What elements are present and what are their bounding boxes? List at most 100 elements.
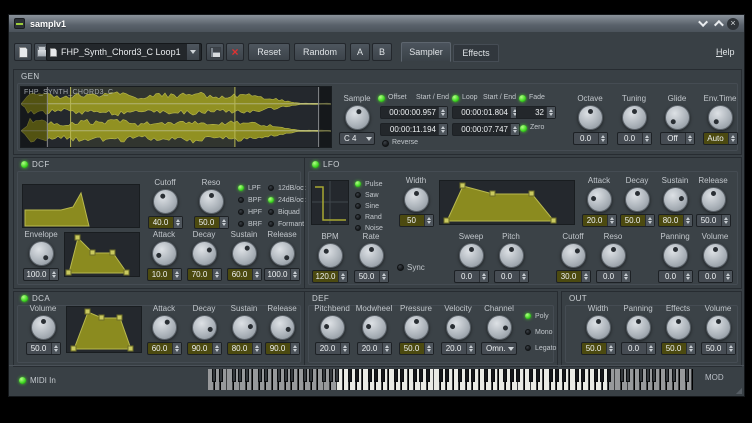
dcf-decay-spinner[interactable] — [212, 269, 221, 280]
black-key[interactable] — [400, 369, 404, 382]
lfo-sync-led[interactable] — [397, 264, 404, 271]
dca-decay-field[interactable]: 90.0 — [187, 342, 222, 355]
loop-start[interactable]: 00:00:01.804 — [452, 106, 520, 119]
black-key[interactable] — [381, 369, 385, 382]
lfo-shape-option-rand[interactable]: Rand — [355, 213, 383, 221]
dcf-envelope-display[interactable] — [64, 232, 140, 277]
black-key[interactable] — [322, 369, 326, 382]
lfo-release-spinner[interactable] — [721, 215, 730, 226]
lfo-led[interactable] — [312, 161, 319, 168]
dcf-decay-knob[interactable] — [192, 241, 217, 266]
lfo-bpm-spinner[interactable] — [338, 271, 347, 282]
dca-sustain-knob[interactable] — [232, 315, 257, 340]
dcf-slope-option-biquad[interactable]: Biquad — [268, 208, 306, 216]
gen-tuning-knob[interactable] — [622, 105, 647, 130]
out-volume-spinner[interactable] — [726, 343, 735, 354]
black-key[interactable] — [394, 369, 398, 382]
filter-shape-display[interactable] — [22, 184, 140, 228]
black-key[interactable] — [368, 369, 372, 382]
lfo-release-field[interactable]: 50.0 — [696, 214, 731, 227]
lfo-bpm-knob[interactable] — [318, 243, 343, 268]
dca-sustain-field[interactable]: 80.0 — [227, 342, 262, 355]
lfo-sweep-knob[interactable] — [459, 243, 484, 268]
black-key[interactable] — [419, 369, 423, 382]
lfo-shape-option-pulse[interactable]: Pulse — [355, 180, 383, 188]
dca-release-field[interactable]: 90.0 — [265, 342, 300, 355]
black-key[interactable] — [374, 369, 378, 382]
titlebar[interactable]: samplv1 × — [9, 15, 744, 32]
resize-grip-icon[interactable]: ◢ — [736, 386, 742, 395]
def-channel-knob[interactable] — [487, 315, 512, 340]
midi-keyboard[interactable] — [208, 369, 693, 390]
lfo-decay-knob[interactable] — [625, 187, 650, 212]
gen-glide-knob[interactable] — [665, 105, 690, 130]
black-key[interactable] — [484, 369, 488, 382]
lfo-shape-option-saw[interactable]: Saw — [355, 191, 383, 199]
out-width-field[interactable]: 50.0 — [581, 342, 616, 355]
lfo-shape-option-noise[interactable]: Noise — [355, 224, 383, 232]
black-key[interactable] — [290, 369, 294, 382]
out-effects-field[interactable]: 50.0 — [661, 342, 696, 355]
lfo-rate-spinner[interactable] — [379, 271, 388, 282]
dcf-slope-option-24db-oct[interactable]: 24dB/oct — [268, 196, 306, 204]
black-key[interactable] — [232, 369, 236, 382]
gen-glide-spinner[interactable] — [685, 133, 694, 144]
offset-start-field[interactable]: 00:00:00.957 — [380, 106, 448, 119]
lfo-volume-spinner[interactable] — [723, 271, 732, 282]
fade-field-field[interactable]: 32 — [516, 106, 556, 119]
black-key[interactable] — [575, 369, 579, 382]
dcf-sustain-field[interactable]: 60.0 — [227, 268, 262, 281]
tab-effects[interactable]: Effects — [453, 44, 499, 62]
lfo-sweep-field[interactable]: 0.0 — [454, 270, 489, 283]
dca-release-spinner[interactable] — [290, 343, 299, 354]
lfo-reso-spinner[interactable] — [621, 271, 630, 282]
dcf-cutoff-knob[interactable] — [153, 189, 178, 214]
def-modwheel-field[interactable]: 20.0 — [357, 342, 392, 355]
def-mode-option-poly[interactable]: Poly — [525, 312, 556, 320]
dca-release-knob[interactable] — [270, 315, 295, 340]
dcf-decay-field[interactable]: 70.0 — [187, 268, 222, 281]
black-key[interactable] — [284, 369, 288, 382]
def-pressure-knob[interactable] — [404, 315, 429, 340]
out-volume-knob[interactable] — [706, 315, 731, 340]
dcf-attack-field[interactable]: 10.0 — [147, 268, 182, 281]
black-key[interactable] — [529, 369, 533, 382]
maximize-icon[interactable] — [714, 20, 724, 30]
black-key[interactable] — [600, 369, 604, 382]
black-key[interactable] — [549, 369, 553, 382]
lfo-envelope-display[interactable] — [439, 180, 575, 225]
dca-sustain-spinner[interactable] — [252, 343, 261, 354]
black-key[interactable] — [581, 369, 585, 382]
out-effects-spinner[interactable] — [686, 343, 695, 354]
offset-start-spinner[interactable] — [438, 107, 447, 118]
out-width-knob[interactable] — [586, 315, 611, 340]
gen-envtime-knob[interactable] — [708, 105, 733, 130]
black-key[interactable] — [445, 369, 449, 382]
dca-attack-field[interactable]: 60.0 — [147, 342, 182, 355]
dcf-cutoff-spinner[interactable] — [173, 217, 182, 228]
lfo-sustain-field[interactable]: 80.0 — [658, 214, 693, 227]
black-key[interactable] — [258, 369, 262, 382]
black-key[interactable] — [413, 369, 417, 382]
lfo-pitch-field[interactable]: 0.0 — [494, 270, 529, 283]
lfo-reso-field[interactable]: 0.0 — [596, 270, 631, 283]
black-key[interactable] — [510, 369, 514, 382]
lfo-cutoff-field[interactable]: 30.0 — [556, 270, 591, 283]
def-modwheel-spinner[interactable] — [382, 343, 391, 354]
out-panning-knob[interactable] — [626, 315, 651, 340]
reverse-led[interactable] — [382, 140, 389, 147]
dcf-type-option-brf[interactable]: BRF — [238, 220, 262, 228]
def-pressure-field[interactable]: 50.0 — [399, 342, 434, 355]
black-key[interactable] — [219, 369, 223, 382]
sample-waveform-display[interactable]: FHP_SYNTH_CHORD3_C — [20, 86, 332, 148]
black-key[interactable] — [458, 369, 462, 382]
dcf-reso-knob[interactable] — [199, 189, 224, 214]
dcf-envelope-spinner[interactable] — [49, 269, 58, 280]
lfo-attack-knob[interactable] — [587, 187, 612, 212]
black-key[interactable] — [426, 369, 430, 382]
black-key[interactable] — [516, 369, 520, 382]
mod-label[interactable]: MOD — [705, 373, 724, 382]
lfo-panning-spinner[interactable] — [683, 271, 692, 282]
black-key[interactable] — [607, 369, 611, 382]
offset-end-spinner[interactable] — [438, 124, 447, 135]
